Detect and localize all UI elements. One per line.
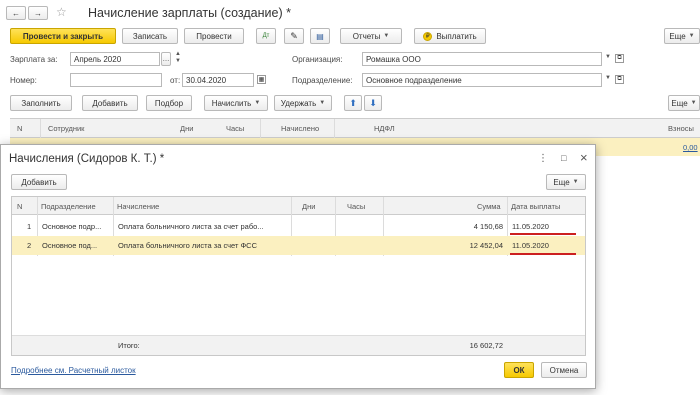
row-department: Основное под... xyxy=(42,241,98,250)
col-payment-date: Дата выплаты xyxy=(511,202,561,211)
department-label: Подразделение: xyxy=(292,76,353,85)
col-department: Подразделение xyxy=(41,202,96,211)
col-days: Дни xyxy=(180,124,194,133)
chevron-down-icon: ▼ xyxy=(688,33,695,39)
row-accrual: Оплата больничного листа за счет рабо... xyxy=(118,222,264,231)
cancel-button[interactable]: Отмена xyxy=(541,362,587,378)
organization-label: Организация: xyxy=(292,55,343,64)
col-accrual: Начисление xyxy=(117,202,160,211)
table-more-label: Еще xyxy=(671,98,688,108)
reports-label: Отчеты xyxy=(352,31,381,41)
dialog-more-button[interactable]: Еще ▼ xyxy=(546,174,586,190)
back-arrow-icon: ← xyxy=(12,8,20,18)
menu-icon[interactable]: ⋮ xyxy=(538,153,548,164)
col-contributions: Взносы xyxy=(668,124,694,133)
row-department: Основное подр... xyxy=(42,222,102,231)
dropdown-icon[interactable]: ▼ xyxy=(605,75,611,81)
department-field[interactable]: Основное подразделение xyxy=(362,73,602,87)
chevron-down-icon: ▼ xyxy=(690,100,697,106)
col-ndfl: НДФЛ xyxy=(374,124,395,133)
salary-for-label: Зарплата за: xyxy=(10,55,58,64)
row-payment-date: 11.05.2020 xyxy=(512,241,549,250)
pick-button[interactable]: Подбор xyxy=(146,95,192,111)
organization-field[interactable]: Ромашка ООО xyxy=(362,52,602,66)
chevron-down-icon: ▼ xyxy=(383,33,390,39)
red-underline xyxy=(510,233,576,235)
chevron-down-icon: ▼ xyxy=(319,100,326,106)
attach-icon[interactable]: ✎ xyxy=(284,28,304,44)
col-employee: Сотрудник xyxy=(48,124,85,133)
more-label: Еще xyxy=(669,31,686,41)
accrue-button[interactable]: Начислить ▼ xyxy=(204,95,268,111)
row-sum: 12 452,04 xyxy=(469,241,503,250)
forward-arrow-icon: → xyxy=(34,8,42,18)
row-n: 1 xyxy=(27,222,32,231)
dt-kt-icon[interactable]: Дт xyxy=(256,28,276,44)
window-title: Начисление зарплаты (создание) * xyxy=(88,6,291,20)
row-accrual: Оплата больничного листа за счет ФСС xyxy=(118,241,258,250)
chevron-down-icon: ▼ xyxy=(254,100,261,106)
table-more-button[interactable]: Еще ▼ xyxy=(668,95,700,111)
post-and-close-button[interactable]: Провести и закрыть xyxy=(10,28,116,44)
period-picker-icon[interactable]: … xyxy=(161,52,171,66)
back-button[interactable]: ← xyxy=(6,6,26,20)
pay-label: Выплатить xyxy=(436,31,477,41)
withhold-label: Удержать xyxy=(280,98,317,108)
col-hours: Часы xyxy=(226,124,245,133)
post-button[interactable]: Провести xyxy=(184,28,244,44)
save-button[interactable]: Записать xyxy=(122,28,178,44)
favorite-star-icon[interactable]: ☆ xyxy=(56,5,67,19)
col-sum: Сумма xyxy=(477,202,501,211)
date-field[interactable]: 30.04.2020 xyxy=(182,73,254,87)
total-value: 16 602,72 xyxy=(469,341,503,350)
structure-icon[interactable]: ▤ xyxy=(310,28,330,44)
open-link-icon[interactable]: ⧉ xyxy=(615,54,624,63)
accrue-label: Начислить xyxy=(211,98,252,108)
fill-button[interactable]: Заполнить xyxy=(10,95,72,111)
col-n: N xyxy=(17,124,23,133)
row-sum: 4 150,68 xyxy=(473,222,503,231)
total-label: Итого: xyxy=(118,341,140,350)
arrow-up-icon: ⬆ xyxy=(349,97,357,108)
add-button[interactable]: Добавить xyxy=(82,95,138,111)
main-table-header xyxy=(10,118,700,138)
arrow-down-icon: ⬇ xyxy=(369,97,377,108)
period-stepper[interactable]: ▲ ▼ xyxy=(175,51,181,65)
calendar-icon[interactable]: ▦ xyxy=(257,75,266,84)
chevron-down-icon: ▼ xyxy=(572,179,579,185)
move-down-button[interactable]: ⬇ xyxy=(364,95,382,111)
number-field[interactable] xyxy=(70,73,162,87)
row-n: 2 xyxy=(27,241,32,250)
date-from-label: от: xyxy=(170,76,181,85)
contributions-value[interactable]: 0,00 xyxy=(683,143,698,152)
dialog-title: Начисления (Сидоров К. Т.) * xyxy=(9,153,165,165)
dropdown-icon[interactable]: ▼ xyxy=(605,54,611,60)
dialog-more-label: Еще xyxy=(553,177,570,187)
payslip-link[interactable]: Подробнее см. Расчетный листок xyxy=(11,366,136,375)
coin-icon: ₽ xyxy=(423,31,433,41)
maximize-icon[interactable]: □ xyxy=(561,153,566,163)
col-hours: Часы xyxy=(347,202,366,211)
salary-for-field[interactable]: Апрель 2020 xyxy=(70,52,160,66)
row-payment-date: 11.05.2020 xyxy=(512,222,549,231)
dialog-add-button[interactable]: Добавить xyxy=(11,174,67,190)
reports-button[interactable]: Отчеты ▼ xyxy=(340,28,402,44)
withhold-button[interactable]: Удержать ▼ xyxy=(274,95,332,111)
number-label: Номер: xyxy=(10,76,37,85)
pay-button[interactable]: ₽ Выплатить xyxy=(414,28,486,44)
ok-button[interactable]: ОК xyxy=(504,362,534,378)
red-underline xyxy=(510,253,576,255)
close-icon[interactable]: × xyxy=(580,150,588,165)
more-button[interactable]: Еще ▼ xyxy=(664,28,700,44)
move-up-button[interactable]: ⬆ xyxy=(344,95,362,111)
col-days: Дни xyxy=(302,202,316,211)
col-accrued: Начислено xyxy=(281,124,320,133)
forward-button[interactable]: → xyxy=(28,6,48,20)
col-n: N xyxy=(17,202,23,211)
accruals-dialog: Начисления (Сидоров К. Т.) * ⋮ □ × Добав… xyxy=(0,144,596,389)
open-link-icon[interactable]: ⧉ xyxy=(615,75,624,84)
